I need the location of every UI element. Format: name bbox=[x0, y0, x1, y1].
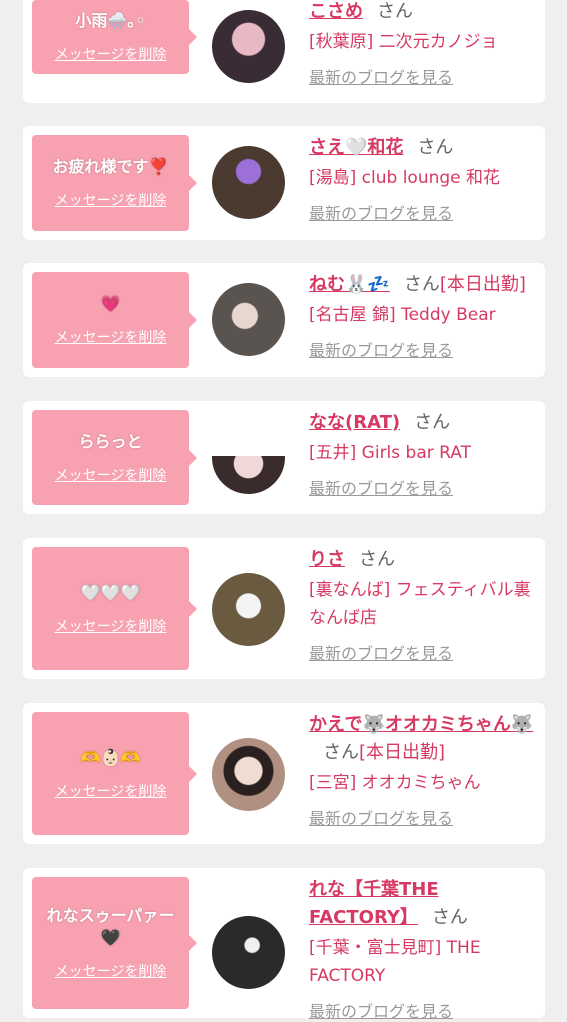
avatar[interactable] bbox=[212, 456, 285, 494]
message-card: 小雨🌨️｡◦ メッセージを削除 こさめ さん [秋葉原] 二次元カノジョ 最新のブ… bbox=[23, 0, 545, 103]
honorific: さん bbox=[403, 274, 440, 295]
message-bubble: 🤍🤍🤍 メッセージを削除 bbox=[32, 547, 197, 670]
message-text: れなスゥーパァー🖤 bbox=[46, 906, 175, 947]
message-card: 💗 メッセージを削除 ねむ🐰💤 さん[本日出勤] [名古屋 錦] Teddy Be… bbox=[23, 263, 545, 377]
message-bubble: ららっと メッセージを削除 bbox=[32, 410, 197, 505]
delete-message-link[interactable]: メッセージを削除 bbox=[55, 961, 167, 981]
message-card: れなスゥーパァー🖤 メッセージを削除 れな【千葉THE FACTORY】 さん [… bbox=[23, 868, 545, 1021]
shop-label: [三宮] オオカミちゃん bbox=[309, 773, 481, 793]
girl-name-link[interactable]: れな【千葉THE FACTORY】 bbox=[309, 879, 439, 928]
honorific: さん bbox=[359, 549, 395, 570]
shop-label: [秋葉原] 二次元カノジョ bbox=[309, 32, 498, 52]
message-card: ららっと メッセージを削除 なな(RAT) さん [五井] Girls bar R… bbox=[23, 401, 545, 514]
shop-label: [名古屋 錦] Teddy Bear bbox=[309, 305, 496, 325]
message-bubble: れなスゥーパァー🖤 メッセージを削除 bbox=[32, 877, 197, 1009]
girl-name-link[interactable]: さえ🤍和花 bbox=[309, 137, 403, 158]
message-text: 🫶👶🏻🫶 bbox=[80, 747, 141, 767]
honorific: さん bbox=[417, 137, 454, 158]
shop-label: [湯島] club lounge 和花 bbox=[309, 168, 501, 188]
avatar[interactable] bbox=[212, 283, 285, 356]
honorific: さん bbox=[377, 1, 413, 22]
shop-label: [裏なんば] フェスティバル裏なんば店 bbox=[309, 580, 531, 628]
honorific: さん bbox=[431, 907, 468, 928]
message-text: 🤍🤍🤍 bbox=[80, 582, 141, 602]
shop-label: [五井] Girls bar RAT bbox=[309, 443, 471, 463]
message-text: 💗 bbox=[100, 294, 121, 313]
avatar[interactable] bbox=[212, 738, 285, 811]
delete-message-link[interactable]: メッセージを削除 bbox=[55, 44, 167, 64]
latest-blog-link[interactable]: 最新のブログを見る bbox=[309, 337, 453, 361]
honorific: さん bbox=[323, 742, 359, 763]
delete-message-link[interactable]: メッセージを削除 bbox=[55, 190, 167, 210]
latest-blog-link[interactable]: 最新のブログを見る bbox=[309, 64, 453, 88]
latest-blog-link[interactable]: 最新のブログを見る bbox=[309, 475, 453, 499]
delete-message-link[interactable]: メッセージを削除 bbox=[55, 465, 167, 485]
message-bubble: 💗 メッセージを削除 bbox=[32, 272, 197, 368]
avatar[interactable] bbox=[212, 10, 285, 83]
honorific: さん bbox=[414, 412, 451, 433]
status-label: [本日出勤] bbox=[439, 274, 526, 295]
message-card: 🫶👶🏻🫶 メッセージを削除 かえで🐺オオカミちゃん🐺 さん[本日出勤] [三宮] … bbox=[23, 703, 545, 844]
delete-message-link[interactable]: メッセージを削除 bbox=[55, 327, 167, 347]
girl-name-link[interactable]: こさめ bbox=[309, 1, 363, 22]
latest-blog-link[interactable]: 最新のブログを見る bbox=[309, 200, 453, 224]
avatar[interactable] bbox=[212, 573, 285, 646]
delete-message-link[interactable]: メッセージを削除 bbox=[55, 616, 167, 636]
latest-blog-link[interactable]: 最新のブログを見る bbox=[309, 640, 453, 664]
message-text: お疲れ様です❣️ bbox=[52, 157, 169, 176]
message-bubble: 小雨🌨️｡◦ メッセージを削除 bbox=[32, 0, 197, 74]
delete-message-link[interactable]: メッセージを削除 bbox=[55, 781, 167, 801]
latest-blog-link[interactable]: 最新のブログを見る bbox=[309, 998, 453, 1022]
message-card: お疲れ様です❣️ メッセージを削除 さえ🤍和花 さん [湯島] club loun… bbox=[23, 126, 545, 240]
shop-label: [千葉・富士見町] THE FACTORY bbox=[309, 938, 481, 986]
message-text: 小雨🌨️｡◦ bbox=[75, 11, 146, 30]
avatar[interactable] bbox=[212, 916, 285, 989]
message-bubble: お疲れ様です❣️ メッセージを削除 bbox=[32, 135, 197, 231]
message-bubble: 🫶👶🏻🫶 メッセージを削除 bbox=[32, 712, 197, 835]
message-card: 🤍🤍🤍 メッセージを削除 りさ さん [裏なんば] フェスティバル裏なんば店 最新… bbox=[23, 538, 545, 679]
status-label: [本日出勤] bbox=[359, 742, 446, 763]
girl-name-link[interactable]: なな(RAT) bbox=[309, 412, 400, 433]
latest-blog-link[interactable]: 最新のブログを見る bbox=[309, 805, 453, 829]
message-text: ららっと bbox=[78, 431, 143, 451]
girl-name-link[interactable]: かえで🐺オオカミちゃん🐺 bbox=[309, 714, 533, 735]
girl-name-link[interactable]: りさ bbox=[309, 549, 345, 570]
girl-name-link[interactable]: ねむ🐰💤 bbox=[309, 274, 390, 295]
avatar[interactable] bbox=[212, 146, 285, 219]
